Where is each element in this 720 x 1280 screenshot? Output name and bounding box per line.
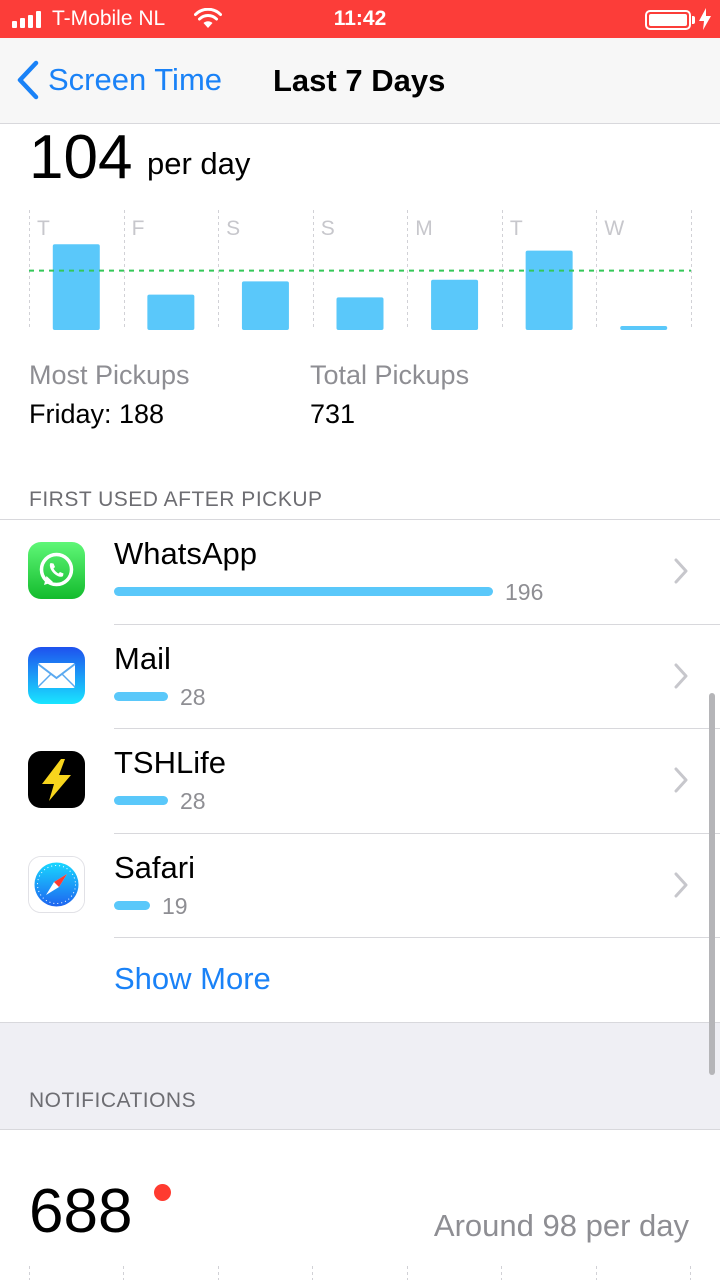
battery-tip <box>692 16 695 24</box>
usage-bar <box>114 796 168 805</box>
section-separator: NOTIFICATIONS <box>0 1022 720 1130</box>
total-pickups-value: 731 <box>310 399 356 429</box>
status-bar: T-Mobile NL 11:42 <box>0 0 720 38</box>
chart-day-label: W <box>604 217 624 240</box>
app-count: 28 <box>180 684 206 710</box>
chart-day-label: M <box>415 217 433 240</box>
divider <box>114 937 720 938</box>
safari-compass-icon <box>28 856 85 913</box>
status-time: 11:42 <box>333 7 387 30</box>
first-used-section-header: FIRST USED AFTER PICKUP <box>29 488 323 511</box>
app-name: Mail <box>114 641 171 676</box>
app-row-whatsapp[interactable]: WhatsApp 196 <box>0 520 720 624</box>
app-count: 28 <box>180 788 206 814</box>
navigation-bar: Screen Time Last 7 Days <box>0 38 720 124</box>
chart-day-label: T <box>37 217 50 240</box>
back-button[interactable]: Screen Time <box>16 60 222 100</box>
whatsapp-icon <box>28 542 85 599</box>
total-pickups-label: Total Pickups <box>310 360 470 390</box>
usage-bar <box>114 901 150 910</box>
chart-bar <box>147 294 195 330</box>
app-row-safari[interactable]: Safari 19 <box>0 834 720 938</box>
notifications-total-value: 688 <box>29 1177 133 1246</box>
usage-bar <box>114 587 493 596</box>
most-pickups-value: Friday: 188 <box>29 399 165 429</box>
app-name: Safari <box>114 850 195 885</box>
chart-bar <box>52 244 100 330</box>
chevron-right-icon <box>674 872 688 898</box>
pickups-bar-chart[interactable]: TFSSMTW <box>0 205 720 335</box>
battery-icon <box>645 10 691 30</box>
chart-bar <box>620 326 668 330</box>
scroll-indicator[interactable] <box>709 693 715 1075</box>
chevron-right-icon <box>674 767 688 793</box>
app-count: 196 <box>505 579 544 605</box>
app-row-mail[interactable]: Mail 28 <box>0 625 720 729</box>
lightning-icon <box>28 751 85 808</box>
pickups-average-unit: per day <box>147 146 251 181</box>
chart-day-label: F <box>132 217 145 240</box>
notifications-section-header: NOTIFICATIONS <box>29 1089 197 1112</box>
mail-icon <box>28 647 85 704</box>
chart-bar <box>525 250 573 330</box>
pickups-average-value: 104 <box>29 123 133 192</box>
most-pickups-label: Most Pickups <box>29 360 190 390</box>
page-title: Last 7 Days <box>273 63 446 98</box>
app-name: TSHLife <box>114 745 226 780</box>
app-row-tshlife[interactable]: TSHLife 28 <box>0 729 720 833</box>
back-button-label: Screen Time <box>48 62 223 97</box>
app-count: 19 <box>162 893 188 919</box>
chart-bar <box>241 281 289 330</box>
notifications-average: Around 98 per day <box>433 1208 689 1243</box>
notifications-chart-partial <box>29 1266 691 1280</box>
show-more-link[interactable]: Show More <box>114 961 271 997</box>
chevron-right-icon <box>674 663 688 689</box>
chart-bar <box>431 279 479 330</box>
chevron-left-icon <box>17 60 39 100</box>
charging-bolt-icon <box>699 8 711 30</box>
chart-bar <box>336 297 384 330</box>
chevron-right-icon <box>674 558 688 584</box>
app-name: WhatsApp <box>114 536 258 571</box>
chart-day-label: S <box>226 217 240 240</box>
usage-bar <box>114 692 168 701</box>
notification-dot <box>154 1184 171 1201</box>
chart-day-label: S <box>321 217 335 240</box>
chart-day-label: T <box>510 217 523 240</box>
